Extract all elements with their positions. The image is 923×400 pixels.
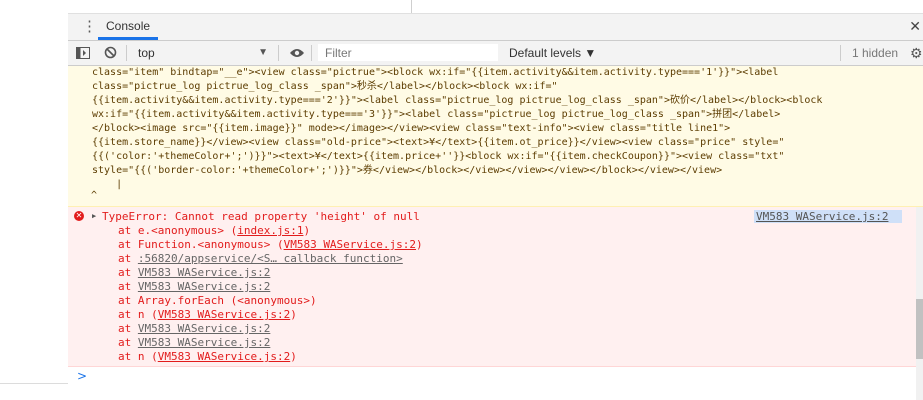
stack-frame-text: at e.<anonymous> ( (118, 224, 238, 237)
console-toolbar: top ▼ Filter Default levels ▼ 1 hidden ⚙ (68, 41, 923, 66)
stack-frame-text: at (118, 336, 138, 349)
scrollbar[interactable] (916, 207, 923, 400)
dropdown-arrow-icon: ▼ (258, 47, 268, 58)
stack-frame: at n (VM583 WAService.js:2) (118, 308, 423, 322)
hidden-count: 1 hidden (852, 46, 899, 60)
stack-frame: at e.<anonymous> (index.js:1) (118, 224, 423, 238)
top-strip (68, 0, 923, 14)
stack-frame-suffix: ) (303, 224, 311, 237)
clear-console-icon[interactable] (104, 41, 117, 65)
warning-line: | (92, 179, 123, 190)
error-title: TypeError: Cannot read property 'height'… (102, 210, 420, 223)
tab-console[interactable]: Console (98, 14, 159, 40)
stack-frame-text: at (118, 280, 138, 293)
vertical-ellipsis-icon[interactable]: ⋮ (82, 18, 97, 36)
warning-message: class="item" bindtap="__e"><view class="… (68, 66, 923, 207)
stack-frame-link[interactable]: VM583 WAService.js:2 (158, 308, 290, 321)
stack-frame-text: at Array.forEach (<anonymous>) (118, 294, 317, 307)
stack-frame: at VM583 WAService.js:2 (118, 336, 423, 350)
stack-frame-text: at (118, 252, 138, 265)
context-selector[interactable]: top ▼ (138, 41, 268, 65)
toolbar-divider (311, 45, 312, 61)
warning-line: {{('color:'+themeColor+';')}}"><text>¥</… (92, 151, 785, 162)
stack-frame-link[interactable]: index.js:1 (237, 224, 303, 237)
stack-frame: at Array.forEach (<anonymous>) (118, 294, 423, 308)
stack-frame-suffix: ) (290, 350, 297, 363)
expand-triangle-icon[interactable]: ▶ (92, 212, 96, 220)
stack-frame: at VM583 WAService.js:2 (118, 266, 423, 280)
error-message: ✕ ▶ TypeError: Cannot read property 'hei… (68, 207, 923, 367)
stack-frame-link[interactable]: VM583 WAService.js:2 (138, 266, 270, 279)
warning-code: class="item" bindtap="__e"><view class="… (92, 66, 897, 192)
stack-trace: at e.<anonymous> (index.js:1) at Function… (118, 224, 423, 364)
toolbar-divider (126, 45, 127, 61)
stack-frame-link[interactable]: VM583 WAService.js:2 (138, 322, 270, 335)
drawer-tab-bar: ⋮ Console ✕ (68, 14, 923, 41)
stack-frame-suffix: ) (290, 308, 297, 321)
stack-frame: at :56820/appservice/<S… callback functi… (118, 252, 423, 266)
warning-caret: ^ (91, 190, 98, 201)
warning-line: {{item.store_name}}</view><view class="o… (92, 137, 785, 148)
stack-frame-text: at (118, 322, 138, 335)
stack-frame-link[interactable]: VM583 WAService.js:2 (138, 336, 270, 349)
stack-frame: at VM583 WAService.js:2 (118, 280, 423, 294)
scrollbar-thumb[interactable] (916, 299, 923, 359)
eye-icon[interactable] (289, 41, 305, 65)
stack-frame-link[interactable]: VM583 WAService.js:2 (284, 238, 416, 251)
gear-icon[interactable]: ⚙ (910, 41, 923, 65)
stack-frame-text: at Function.<anonymous> ( (118, 238, 284, 251)
stack-frame-link[interactable]: VM583 WAService.js:2 (138, 280, 270, 293)
warning-line: class="pictrue_log pictrue_log_class _sp… (92, 81, 558, 92)
error-source-link[interactable]: VM583 WAService.js:2 (754, 210, 902, 223)
warning-line: {{item.activity&&item.activity.type==='2… (92, 95, 823, 106)
context-value: top (138, 46, 155, 60)
stack-frame-text: at n ( (118, 308, 158, 321)
warning-line: style="{{('border-color:'+themeColor+';'… (92, 165, 723, 176)
error-icon: ✕ (74, 211, 84, 221)
warning-line: </block><image src="{{item.image}}" mode… (92, 123, 731, 134)
filter-input[interactable]: Filter (318, 44, 498, 61)
warning-line: class="item" bindtap="__e"><view class="… (92, 67, 779, 78)
stack-frame-text: at (118, 266, 138, 279)
stack-frame: at VM583 WAService.js:2 (118, 322, 423, 336)
left-panel (0, 0, 69, 400)
prompt-chevron-icon: > (77, 369, 88, 383)
console-prompt[interactable]: > (68, 367, 923, 400)
close-icon[interactable]: ✕ (909, 18, 921, 35)
sidebar-toggle-icon[interactable] (76, 41, 90, 65)
toolbar-divider (840, 45, 841, 61)
log-levels-dropdown[interactable]: Default levels ▼ (509, 41, 596, 65)
stack-frame: at Function.<anonymous> (VM583 WAService… (118, 238, 423, 252)
warning-line: wx:if="{{item.activity&&item.activity.ty… (92, 109, 781, 120)
stack-frame-link[interactable]: :56820/appservice/<S… callback function> (138, 252, 403, 265)
stack-frame-suffix: ) (416, 238, 423, 251)
toolbar-divider (278, 45, 279, 61)
stack-frame-link[interactable]: VM583 WAService.js:2 (158, 350, 290, 363)
stack-frame: at n (VM583 WAService.js:2) (118, 350, 423, 364)
stack-frame-text: at n ( (118, 350, 158, 363)
